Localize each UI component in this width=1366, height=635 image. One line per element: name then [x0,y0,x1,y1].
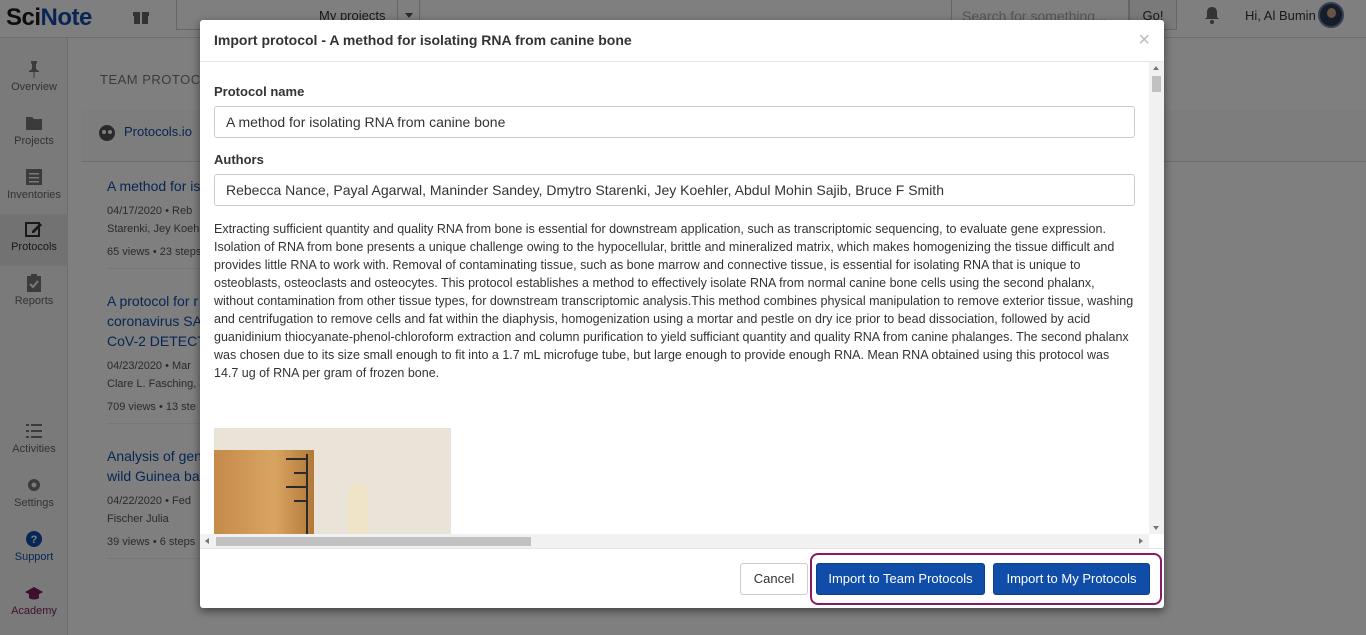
scroll-up-icon[interactable] [1153,66,1159,70]
authors-input[interactable]: Rebecca Nance, Payal Agarwal, Maninder S… [214,174,1135,206]
cancel-button[interactable]: Cancel [740,563,808,595]
modal-footer: Cancel Import to Team Protocols Import t… [200,548,1164,608]
import-to-my-protocols-button[interactable]: Import to My Protocols [993,563,1150,595]
protocol-name-input[interactable]: A method for isolating RNA from canine b… [214,106,1135,138]
authors-label: Authors [214,152,264,167]
scroll-left-icon[interactable] [205,538,209,544]
scrollbar-thumb[interactable] [216,537,531,546]
scroll-right-icon[interactable] [1139,538,1143,544]
horizontal-scrollbar[interactable] [200,534,1149,548]
import-to-team-protocols-button[interactable]: Import to Team Protocols [816,563,985,595]
close-icon[interactable]: × [1138,30,1150,50]
modal-body[interactable]: Protocol name A method for isolating RNA… [200,62,1164,548]
protocol-abstract: Extracting sufficient quantity and quali… [214,222,1134,380]
modal-header: Import protocol - A method for isolating… [200,20,1164,62]
scroll-down-icon[interactable] [1153,526,1159,530]
scrollbar-thumb[interactable] [1152,76,1161,92]
import-protocol-modal: Import protocol - A method for isolating… [200,20,1164,608]
vertical-scrollbar[interactable] [1149,62,1164,534]
protocol-image [214,428,451,534]
protocol-name-label: Protocol name [214,84,305,99]
modal-title: Import protocol - A method for isolating… [214,32,632,48]
